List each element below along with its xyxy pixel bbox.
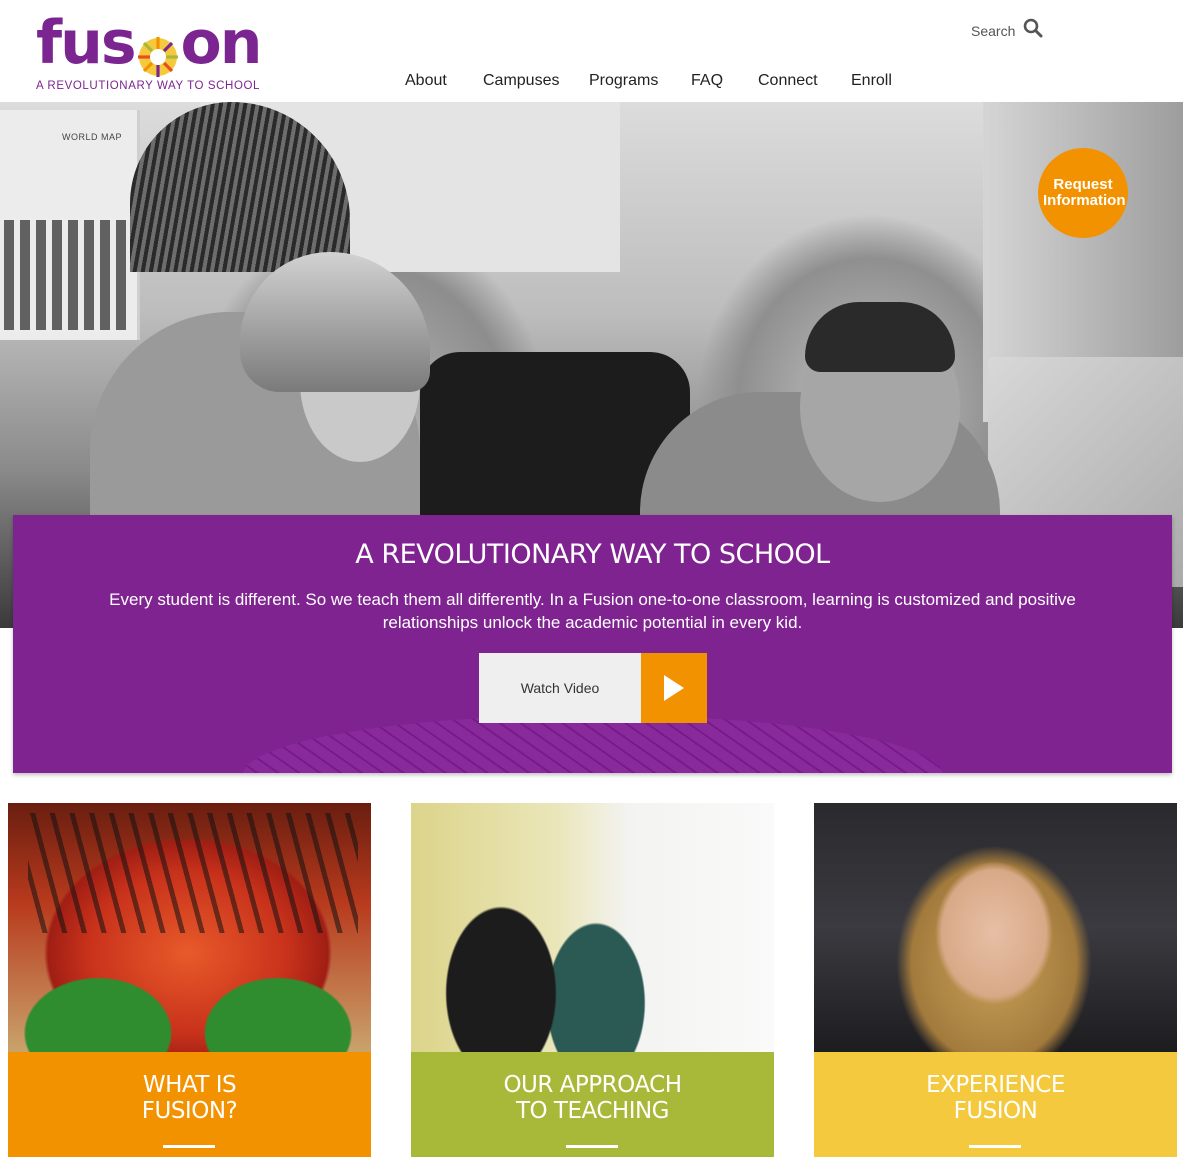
search-icon (1023, 18, 1043, 43)
card-divider (163, 1145, 215, 1148)
world-map-label: WORLD MAP (62, 132, 123, 142)
card-title-line1: OUR APPROACH (503, 1072, 682, 1098)
card-title-line1: WHAT IS (142, 1072, 237, 1098)
sunburst-icon (136, 24, 180, 77)
graffiti-image (8, 803, 371, 1052)
intro-panel: A REVOLUTIONARY WAY TO SCHOOL Every stud… (13, 515, 1172, 773)
decorative-pattern (243, 715, 943, 773)
logo-wordmark: fus on (36, 8, 263, 78)
world-map-poster: WORLD MAP (0, 110, 140, 340)
card-our-approach[interactable]: OUR APPROACH TO TEACHING (411, 803, 774, 1157)
logo-text-right: on (180, 8, 263, 78)
intro-title: A REVOLUTIONARY WAY TO SCHOOL (355, 539, 830, 570)
card-divider (566, 1145, 618, 1148)
request-information-button[interactable]: Request Information (1038, 148, 1128, 238)
card-divider (969, 1145, 1021, 1148)
nav-item-faq[interactable]: FAQ (691, 72, 723, 90)
card-title-line2: FUSION (953, 1098, 1038, 1124)
intro-text: Every student is different. So we teach … (109, 590, 1076, 632)
search-label: Search (971, 22, 1016, 39)
card-title-line2: TO TEACHING (515, 1098, 670, 1124)
card-title-line2: FUSION? (141, 1098, 238, 1124)
search-link[interactable]: Search (971, 18, 1043, 43)
main-nav: About Campuses Programs FAQ Connect Enro… (0, 72, 1183, 94)
card-what-is-fusion[interactable]: WHAT IS FUSION? (8, 803, 371, 1157)
card-title: EXPERIENCE FUSION (814, 1072, 1177, 1124)
teaching-image (411, 803, 774, 1052)
nav-item-connect[interactable]: Connect (758, 72, 818, 90)
nav-item-campuses[interactable]: Campuses (483, 72, 559, 90)
card-title-line1: EXPERIENCE (926, 1072, 1065, 1098)
card-title: WHAT IS FUSION? (8, 1072, 371, 1124)
nav-item-enroll[interactable]: Enroll (851, 72, 892, 90)
card-footer: WHAT IS FUSION? (8, 1052, 371, 1157)
graffiti-lettering (28, 813, 358, 933)
watch-video-label: Watch Video (479, 653, 641, 723)
nav-item-about[interactable]: About (405, 72, 447, 90)
card-title: OUR APPROACH TO TEACHING (411, 1072, 774, 1124)
card-footer: EXPERIENCE FUSION (814, 1052, 1177, 1157)
site-header: fus on A REVOLUTIONARY WAY TO SCHOOL Sea… (0, 0, 1183, 102)
request-information-label: Request Information (1043, 176, 1126, 209)
play-icon (641, 653, 707, 723)
watch-video-button[interactable]: Watch Video (479, 653, 707, 723)
logo-text-left: fus (36, 8, 137, 78)
flags-chart (4, 220, 129, 330)
student-hair (805, 302, 955, 372)
student-portrait-image (814, 803, 1177, 1052)
card-footer: OUR APPROACH TO TEACHING (411, 1052, 774, 1157)
nav-item-programs[interactable]: Programs (589, 72, 658, 90)
card-experience-fusion[interactable]: EXPERIENCE FUSION (814, 803, 1177, 1157)
